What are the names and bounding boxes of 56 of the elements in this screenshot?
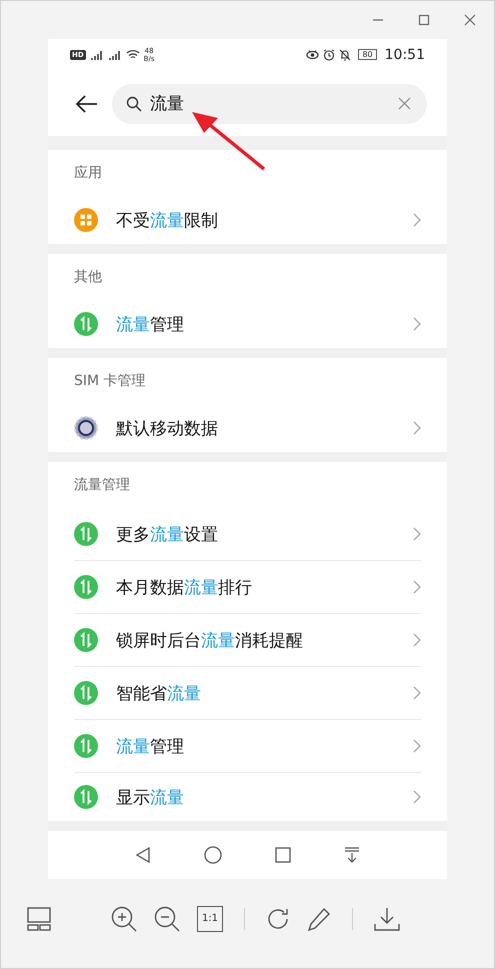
settings-item[interactable]: 流量管理 (74, 300, 421, 348)
gear-icon (74, 416, 98, 440)
data-usage-icon (74, 312, 98, 336)
chevron-icon (413, 686, 421, 700)
chevron-icon (413, 527, 421, 542)
search-icon (126, 96, 142, 112)
signal-icon (108, 50, 122, 60)
chevron-icon (413, 790, 421, 804)
search-field[interactable]: 流量 (112, 84, 427, 124)
data-usage-icon (74, 628, 98, 652)
rotate-icon[interactable] (266, 906, 290, 930)
notification-pulldown-icon[interactable] (344, 847, 360, 864)
settings-item[interactable]: 显示流量 (74, 773, 421, 822)
settings-item[interactable]: 流量管理 (74, 720, 421, 774)
settings-item[interactable]: 默认移动数据 (74, 404, 421, 452)
back-arrow-icon[interactable] (76, 94, 98, 113)
section-header: 应用 (74, 164, 103, 184)
chevron-icon (413, 633, 421, 648)
maximize-icon[interactable] (418, 14, 430, 26)
section-header: 流量管理 (74, 476, 131, 496)
settings-item[interactable]: 本月数据流量排行 (74, 561, 421, 614)
close-icon[interactable] (464, 14, 476, 26)
chevron-icon (413, 421, 421, 436)
apps-icon (74, 208, 98, 232)
data-usage-icon (74, 575, 98, 600)
download-icon[interactable] (374, 906, 400, 930)
battery-level: 80 (358, 49, 377, 60)
status-time: 10:51 (384, 46, 425, 63)
data-usage-icon (74, 785, 98, 810)
home-icon[interactable] (204, 846, 222, 864)
section-header: SIM 卡管理 (74, 372, 147, 392)
actual-size-button[interactable]: 1:1 (197, 906, 223, 932)
recents-icon[interactable] (275, 847, 291, 864)
zoom-out-icon[interactable] (154, 906, 180, 932)
chevron-icon (413, 739, 421, 754)
bell-off-icon (339, 48, 352, 61)
eye-icon (306, 49, 320, 60)
data-usage-icon (74, 734, 98, 758)
back-icon[interactable] (135, 847, 151, 864)
clear-icon[interactable] (398, 97, 411, 110)
settings-item[interactable]: 不受流量限制 (74, 196, 421, 244)
chevron-icon (413, 317, 421, 332)
data-usage-icon (74, 681, 98, 706)
settings-item[interactable]: 锁屏时后台流量消耗提醒 (74, 614, 421, 668)
section-header: 其他 (74, 268, 103, 288)
settings-item[interactable]: 智能省流量 (74, 667, 421, 720)
chevron-icon (413, 213, 421, 228)
wifi-icon (126, 49, 140, 60)
data-usage-icon (74, 522, 98, 546)
pencil-icon[interactable] (307, 906, 331, 930)
signal-icon (90, 50, 104, 60)
settings-item[interactable]: 更多流量设置 (74, 508, 421, 562)
layout-icon[interactable] (27, 906, 51, 930)
chevron-icon (413, 580, 421, 594)
zoom-in-icon[interactable] (111, 906, 137, 932)
alarm-icon (323, 48, 336, 61)
